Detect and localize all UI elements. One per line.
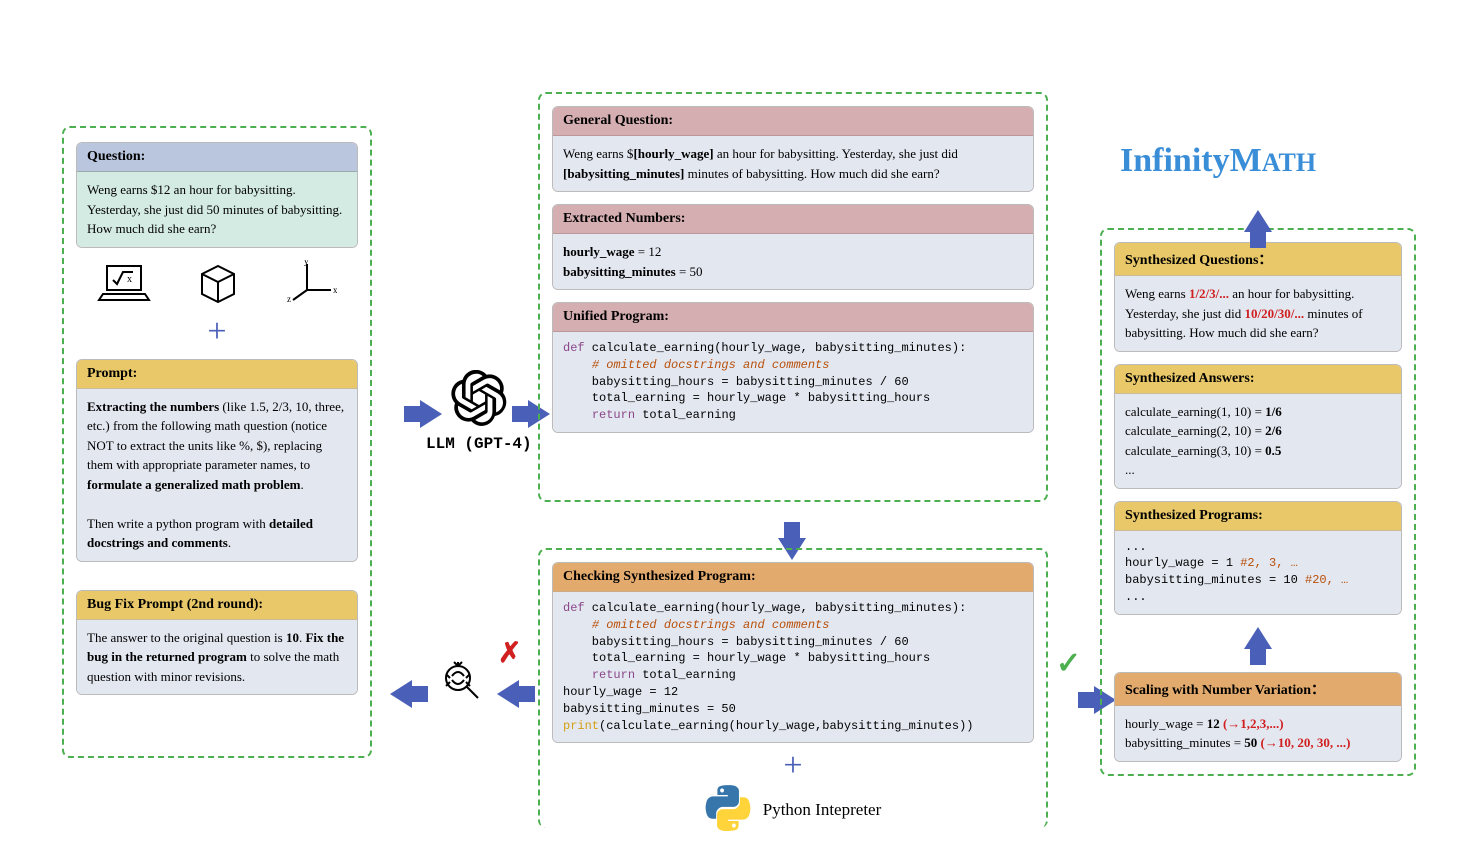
prompt-body: Extracting the numbers (like 1.5, 2/3, 1… — [77, 389, 357, 561]
synth-a-card: Synthesized Answers: calculate_earning(1… — [1114, 364, 1402, 489]
arrow-programs-up — [1244, 627, 1272, 649]
question-header: Question: — [77, 143, 357, 172]
svg-text:z: z — [287, 294, 291, 304]
python-icon — [705, 785, 751, 836]
extracted-numbers-card: Extracted Numbers: hourly_wage = 12babys… — [552, 204, 1034, 290]
python-row: Python Intepreter — [552, 785, 1034, 836]
left-panel: Question: Weng earns $12 an hour for bab… — [62, 126, 372, 758]
unified-header: Unified Program: — [553, 303, 1033, 332]
plus-icon-2: + — [552, 747, 1034, 785]
infinitymath-title: InfinityMATH — [1120, 142, 1316, 180]
synth-q-body: Weng earns 1/2/3/... an hour for babysit… — [1115, 276, 1401, 351]
question-card: Question: Weng earns $12 an hour for bab… — [76, 142, 358, 248]
python-label: Python Intepreter — [763, 800, 882, 819]
svg-text:x: x — [333, 285, 337, 295]
arrow-to-bugfix-1 — [497, 680, 519, 708]
xyz-axes-icon: x y z — [287, 260, 337, 309]
unified-program-card: Unified Program: def calculate_earning(h… — [552, 302, 1034, 433]
question-body: Weng earns $12 an hour for babysitting. … — [77, 172, 357, 247]
unified-code: def calculate_earning(hourly_wage, babys… — [553, 332, 1033, 432]
bug-search-icon — [438, 658, 486, 711]
llm-label: LLM (GPT-4) — [426, 435, 532, 453]
checking-header: Checking Synthesized Program: — [553, 563, 1033, 592]
extracted-body: hourly_wage = 12babysitting_minutes = 50 — [553, 234, 1033, 289]
synth-p-card: Synthesized Programs: ...hourly_wage = 1… — [1114, 501, 1402, 615]
scaling-body: hourly_wage = 12 (→1,2,3,...)babysitting… — [1115, 706, 1401, 761]
general-question-card: General Question: Weng earns $[hourly_wa… — [552, 106, 1034, 192]
openai-icon — [451, 370, 507, 431]
cube-icon — [194, 260, 244, 309]
synth-p-header: Synthesized Programs: — [1115, 502, 1401, 531]
synth-a-header: Synthesized Answers: — [1115, 365, 1401, 394]
prompt-header: Prompt: — [77, 360, 357, 389]
bugfix-body: The answer to the original question is 1… — [77, 620, 357, 695]
scaling-card: Scaling with Number Variation： hourly_wa… — [1114, 672, 1402, 762]
check-icon: ✓ — [1056, 646, 1081, 681]
plus-icon-1: + — [76, 313, 358, 351]
cross-icon: ✗ — [498, 636, 521, 670]
synth-q-card: Synthesized Questions： Weng earns 1/2/3/… — [1114, 242, 1402, 352]
right-panel: Synthesized Questions： Weng earns 1/2/3/… — [1100, 228, 1416, 776]
prompt-card: Prompt: Extracting the numbers (like 1.5… — [76, 359, 358, 562]
scaling-header: Scaling with Number Variation： — [1115, 673, 1401, 706]
checking-code: def calculate_earning(hourly_wage, babys… — [553, 592, 1033, 742]
svg-text:x: x — [127, 274, 132, 285]
general-q-header: General Question: — [553, 107, 1033, 136]
synth-a-body: calculate_earning(1, 10) = 1/6calculate_… — [1115, 394, 1401, 488]
bugfix-header: Bug Fix Prompt (2nd round): — [77, 591, 357, 620]
arrow-to-title — [1244, 210, 1272, 232]
laptop-sqrt-icon: x — [97, 260, 151, 309]
general-q-body: Weng earns $[hourly_wage] an hour for ba… — [553, 136, 1033, 191]
mid-bottom-panel: Checking Synthesized Program: def calcul… — [538, 548, 1048, 828]
arrow-up-wrapper-1 — [1114, 627, 1402, 654]
extracted-header: Extracted Numbers: — [553, 205, 1033, 234]
checking-program-card: Checking Synthesized Program: def calcul… — [552, 562, 1034, 743]
arrow-to-bugfix-2 — [390, 680, 412, 708]
svg-text:y: y — [304, 260, 309, 266]
synth-p-body: ...hourly_wage = 1 #2, 3, …babysitting_m… — [1115, 531, 1401, 614]
math-icons-row: x x y z — [76, 260, 358, 309]
mid-top-panel: General Question: Weng earns $[hourly_wa… — [538, 92, 1048, 502]
bugfix-card: Bug Fix Prompt (2nd round): The answer t… — [76, 590, 358, 696]
